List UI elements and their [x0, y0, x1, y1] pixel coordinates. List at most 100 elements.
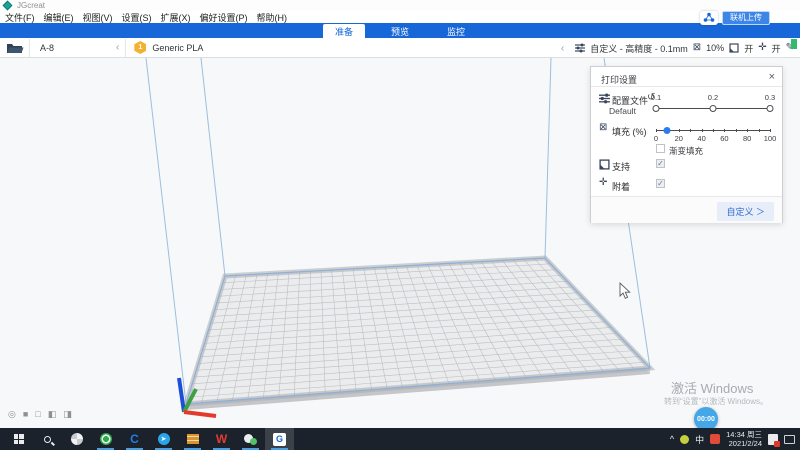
menu-preferences[interactable]: 偏好设置(P)	[200, 11, 248, 24]
support-checkbox[interactable]: ✓	[656, 159, 665, 168]
printer-collapse-chevron[interactable]: ‹	[110, 42, 125, 53]
panel-footer: 自定义 ＞	[591, 196, 782, 223]
view-solid-icon[interactable]: ■	[23, 409, 28, 420]
folder-icon	[6, 42, 24, 54]
adhesion-icon: ✛	[599, 178, 610, 189]
taskbar-clock[interactable]: 14:34 周三 2021/2/24	[726, 430, 762, 448]
support-label: 支持	[612, 160, 630, 173]
tab-prepare[interactable]: 准备	[323, 24, 365, 38]
network-logo-icon	[700, 11, 718, 25]
layer-height-stop-01[interactable]	[653, 105, 660, 112]
layer-height-stop-02[interactable]	[710, 105, 717, 112]
app-logo-icon	[3, 1, 13, 11]
infill-slider-handle[interactable]	[664, 127, 671, 134]
settings-collapse-chevron[interactable]: ‹	[555, 43, 570, 54]
adhesion-icon: ✛	[758, 43, 766, 53]
view-right-icon[interactable]: ◨	[63, 409, 72, 420]
profile-default-label: Default	[609, 106, 636, 116]
tray-show-hidden-icons[interactable]: ^	[670, 434, 674, 444]
camera-view-toolbar: ◎ ■ □ ◧ ◨	[8, 409, 72, 420]
panel-close-icon[interactable]: ×	[769, 71, 775, 83]
profile-tick-03: 0.3	[765, 93, 775, 102]
taskbar-wechat-app[interactable]	[236, 428, 265, 450]
infill-icon: ⊠	[693, 43, 701, 53]
taskbar-messenger-app[interactable]: ➤	[149, 428, 178, 450]
menu-settings[interactable]: 设置(S)	[122, 11, 152, 24]
customize-button[interactable]: 自定义 ＞	[717, 202, 774, 221]
menu-edit[interactable]: 编辑(E)	[44, 11, 74, 24]
toolbar-divider	[125, 39, 126, 57]
taskbar-jgcreat-app[interactable]: G	[265, 428, 294, 450]
gradual-infill-label: 渐变填充	[669, 145, 703, 157]
menu-extensions[interactable]: 扩展(X)	[161, 11, 191, 24]
clock-date: 2021/2/24	[726, 439, 762, 448]
infill-tick-20: 20	[675, 134, 683, 143]
layer-height-slider[interactable]	[656, 108, 770, 109]
printer-selector[interactable]: A-8	[40, 43, 110, 53]
infill-tick-80: 80	[743, 134, 751, 143]
support-summary[interactable]: 开	[744, 42, 753, 55]
jgcreat-icon: G	[273, 433, 286, 446]
layer-height-stop-03[interactable]	[767, 105, 774, 112]
taskbar-search-button[interactable]	[33, 428, 62, 450]
window-title: JGcreat	[17, 1, 45, 10]
stage-tab-bar: 准备 预览 监控	[0, 23, 800, 38]
material-selector[interactable]: Generic PLA	[152, 43, 203, 53]
profile-tick-02: 0.2	[708, 93, 718, 102]
search-icon	[44, 436, 51, 443]
adhesion-label: 附着	[612, 180, 630, 193]
infill-tick-40: 40	[697, 134, 705, 143]
x-axis-red	[184, 412, 216, 416]
view-top-icon[interactable]: □	[35, 409, 40, 420]
taskbar-pinwheel-app[interactable]	[62, 428, 91, 450]
view-3d-icon[interactable]: ◎	[8, 409, 16, 420]
title-bar: JGcreat	[0, 0, 800, 11]
tray-ime-indicator[interactable]: 中	[695, 433, 704, 446]
adhesion-summary[interactable]: 开	[772, 42, 781, 55]
taskbar-browser-app[interactable]: C	[120, 428, 149, 450]
taskbar-bank-app[interactable]	[178, 428, 207, 450]
taskbar-wps-app[interactable]: W	[207, 428, 236, 450]
taskbar-green-app[interactable]	[91, 428, 120, 450]
tab-monitor[interactable]: 监控	[435, 24, 477, 38]
menu-bar: 文件(F) 编辑(E) 视图(V) 设置(S) 扩展(X) 偏好设置(P) 帮助…	[0, 11, 800, 23]
chat-bubbles-icon	[244, 434, 257, 445]
gradual-infill-checkbox[interactable]	[656, 144, 665, 153]
profile-tick-01: 0.1	[651, 93, 661, 102]
panel-title: 打印设置	[601, 73, 637, 86]
infill-summary[interactable]: 10%	[706, 43, 724, 53]
adhesion-checkbox[interactable]: ✓	[656, 179, 665, 188]
infill-tick-0: 0	[654, 134, 658, 143]
tab-preview[interactable]: 预览	[379, 24, 421, 38]
tray-notification-badge-icon[interactable]	[768, 434, 778, 445]
menu-help[interactable]: 帮助(H)	[257, 11, 288, 24]
windows-logo-icon	[14, 434, 24, 444]
panel-header: 打印设置 ×	[591, 67, 782, 87]
pinwheel-icon	[71, 433, 83, 445]
infill-tick-100: 100	[764, 134, 777, 143]
windows-taskbar: C ➤ W G ^ 中 14:34 周三 2021/2/24	[0, 428, 800, 450]
menu-view[interactable]: 视图(V)	[83, 11, 113, 24]
profile-sliders-icon	[575, 43, 585, 53]
tray-red-app-icon[interactable]	[710, 434, 720, 444]
clock-time: 14:34 周三	[726, 430, 762, 439]
open-file-button[interactable]	[0, 39, 30, 57]
menu-file[interactable]: 文件(F)	[5, 11, 35, 24]
profile-summary[interactable]: 自定义 - 高精度 - 0.1mm	[590, 42, 688, 55]
profile-sliders-icon	[599, 93, 610, 104]
mouse-cursor	[620, 283, 630, 298]
support-icon	[599, 159, 610, 170]
infill-slider[interactable]	[656, 130, 770, 131]
action-center-icon[interactable]	[784, 435, 795, 444]
online-upload-button[interactable]: 联机上传	[722, 11, 770, 25]
infill-tick-60: 60	[720, 134, 728, 143]
support-icon	[729, 43, 739, 53]
start-button[interactable]	[4, 428, 33, 450]
activate-windows-watermark: 激活 Windows	[671, 378, 753, 397]
extruder-icon: 1	[134, 41, 146, 54]
view-left-icon[interactable]: ◧	[48, 409, 57, 420]
configuration-toolbar: A-8 ‹ 1 Generic PLA ‹ 自定义 - 高精度 - 0.1mm …	[0, 38, 800, 58]
tray-antivirus-icon[interactable]	[680, 435, 689, 444]
infill-label: 填充 (%)	[612, 125, 647, 138]
print-settings-panel: 打印设置 × 配置文件 ↺ 0.1 0.2 0.3 Default ⊠ 填充 (…	[590, 66, 783, 223]
